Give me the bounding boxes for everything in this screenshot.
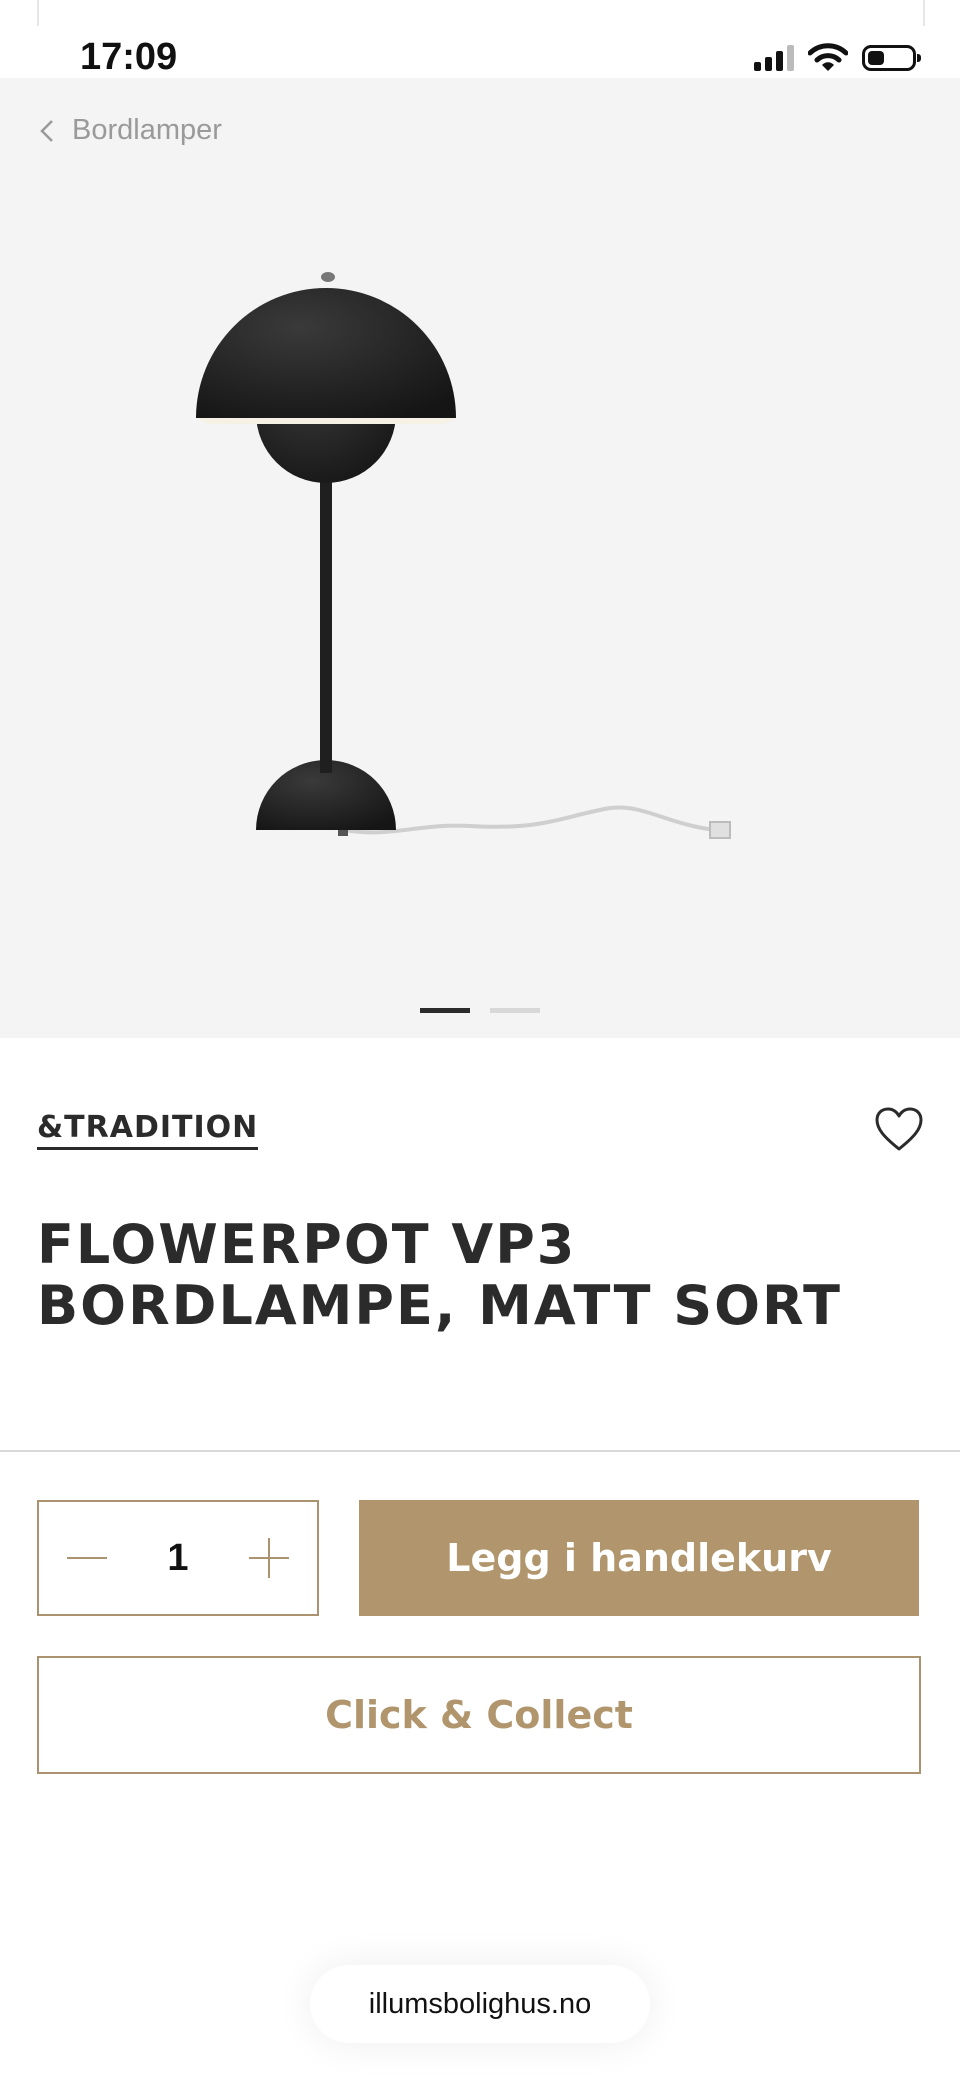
gallery-pagination bbox=[420, 1008, 540, 1013]
breadcrumb-back-link[interactable]: Bordlamper bbox=[38, 114, 222, 147]
gallery-dot-1[interactable] bbox=[420, 1008, 470, 1013]
add-to-cart-button[interactable]: Legg i handlekurv bbox=[359, 1500, 919, 1616]
divider bbox=[0, 1450, 960, 1452]
url-text: illumsbolighus.no bbox=[368, 1987, 592, 2020]
browser-url-bar[interactable]: illumsbolighus.no bbox=[310, 1965, 650, 2043]
plus-icon[interactable] bbox=[249, 1538, 289, 1578]
click-and-collect-button[interactable]: Click & Collect bbox=[37, 1656, 921, 1774]
brand-link[interactable]: &TRADITION bbox=[37, 1110, 259, 1150]
product-image bbox=[196, 272, 731, 839]
wifi-icon bbox=[808, 43, 848, 71]
product-title: FLOWERPOT VP3 BORDLAMPE, MATT SORT bbox=[37, 1213, 843, 1337]
quantity-stepper bbox=[37, 1500, 319, 1616]
breadcrumb-label: Bordlamper bbox=[72, 114, 222, 146]
cellular-signal-icon bbox=[754, 45, 794, 71]
previous-content-edge bbox=[37, 0, 925, 28]
quantity-input[interactable] bbox=[156, 1535, 200, 1581]
gallery-dot-2[interactable] bbox=[490, 1008, 540, 1013]
battery-icon bbox=[862, 45, 921, 71]
status-bar: 17:09 bbox=[0, 26, 960, 78]
heart-icon[interactable] bbox=[874, 1106, 924, 1152]
minus-icon[interactable] bbox=[67, 1538, 107, 1578]
status-icons bbox=[754, 40, 921, 76]
chevron-left-icon bbox=[40, 119, 53, 142]
product-image-gallery[interactable]: Bordlamper bbox=[0, 78, 960, 1038]
status-time: 17:09 bbox=[80, 36, 178, 78]
